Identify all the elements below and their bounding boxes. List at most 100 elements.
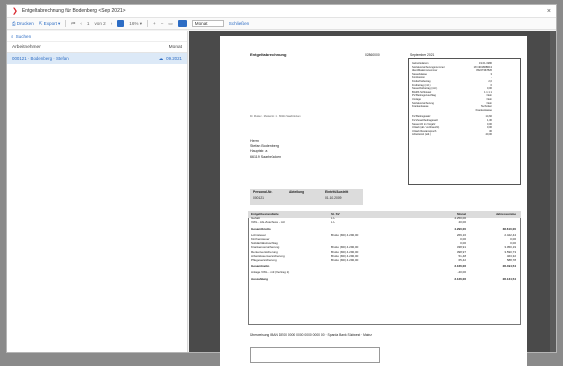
- prev-page-button[interactable]: ‹: [80, 21, 82, 26]
- table-cell: 28.134,54: [502, 276, 516, 281]
- personnel-value: [289, 196, 325, 200]
- export-button[interactable]: ⇱ Export ▾: [39, 21, 60, 27]
- info-value: Techniker: [480, 105, 492, 109]
- table-row: Gesamtnetto 3.166,06 28.494,54: [251, 264, 519, 268]
- table-cell: [466, 220, 516, 224]
- salary-lines: Entgeltbestandteile St. SV Monat Jahressumm…: [251, 212, 519, 281]
- doc-code: 02860000: [365, 53, 380, 57]
- close-icon[interactable]: ×: [547, 8, 551, 15]
- printer-icon: ⎙: [12, 21, 16, 26]
- info-value: 1,30: [486, 118, 492, 122]
- list-item[interactable]: 000121 · Bodenberg · Stefan ☁ 09.2021: [7, 53, 187, 64]
- info-label: Konfession: [412, 76, 425, 80]
- search-placeholder: Suchen: [15, 33, 32, 39]
- next-page-button[interactable]: ›: [111, 21, 113, 26]
- cloud-icon: ☁: [158, 55, 164, 61]
- search-icon: ⌕: [11, 33, 14, 39]
- transfer-line: Überweisung IBAN DE00 0000 0000 0000 000…: [250, 333, 372, 337]
- vertical-scrollbar[interactable]: [550, 31, 556, 352]
- employee-sidebar: ⌕ Suchen Arbeitnehmer Monat 000121 · Bod…: [7, 31, 188, 352]
- personnel-col: Personal-Nr.: [253, 190, 273, 194]
- info-value: 0,00: [486, 126, 492, 130]
- page-number[interactable]: 1: [87, 21, 90, 26]
- table-row: VWL - AG-Zuschuss - mtl L L 40,00: [251, 220, 519, 224]
- personnel-header: Personal-Nr. Abteilung Eintritt/Austritt: [253, 190, 361, 194]
- zoom-out-icon[interactable]: −: [161, 21, 164, 26]
- info-label: Arbeitszeit (std.): [412, 133, 431, 137]
- table-cell: 3.126,06: [454, 276, 466, 281]
- table-row: Gesamtbrutto 4.290,00 38.610,00: [251, 227, 519, 231]
- personnel-value: 01.10.2009: [325, 196, 342, 200]
- app-window: ❯ Entgeltabrechnung für Bodenberg <Sep 2…: [6, 4, 557, 366]
- table-cell: 588,78: [506, 258, 516, 263]
- zoom-select[interactable]: 16% ▾: [129, 21, 142, 27]
- search-input[interactable]: ⌕ Suchen: [7, 31, 187, 42]
- info-value: Krankenkasse: [475, 108, 492, 112]
- two-page-view-button[interactable]: [177, 20, 187, 27]
- personnel-value: 000121: [253, 196, 265, 200]
- info-label: KV-Zusatzbeitragssatz: [412, 118, 438, 122]
- document-viewer[interactable]: Entgeltabrechnung 02860000 September 202…: [189, 31, 556, 366]
- info-label: Kinderfreibetrag: [412, 79, 431, 83]
- window-title: Entgeltabrechnung für Bodenberg <Sep 202…: [21, 8, 126, 14]
- divider: [147, 20, 149, 27]
- table-cell: 40,00: [458, 220, 466, 225]
- info-label: PV-Beitragszuschlag: [412, 94, 436, 98]
- payslip-page: Entgeltabrechnung 02860000 September 202…: [220, 36, 527, 366]
- info-value: 3: [490, 72, 492, 76]
- divider: [65, 20, 67, 27]
- table-cell: 38.610,00: [502, 226, 516, 231]
- info-pairs: Geburtsdatum 19.01.1980 Sozialversicherung…: [412, 62, 492, 136]
- info-label: Geburtsdatum: [412, 62, 429, 65]
- info-value: -: [491, 76, 492, 80]
- table-row: Auszahlung 3.126,06 28.134,54: [251, 277, 519, 281]
- doc-title: Entgeltabrechnung: [250, 52, 287, 57]
- table-row: Pflegeversicherung Brutto (Mtl) 4.290,00 6…: [251, 258, 519, 262]
- table-cell: 65,42: [458, 258, 466, 263]
- personnel-col: Abteilung: [289, 190, 305, 194]
- table-cell: 4.290,00: [454, 226, 466, 231]
- recipient-line: 66119 Saarbrücken: [250, 154, 282, 159]
- info-value: Nein: [486, 94, 492, 98]
- close-link[interactable]: Schließen: [229, 21, 249, 26]
- zoom-in-icon[interactable]: +: [153, 21, 156, 26]
- table-cell: [466, 270, 516, 274]
- view-select[interactable]: Monat: [191, 20, 224, 27]
- app-logo-icon: ❯: [12, 8, 18, 15]
- print-button[interactable]: ⎙ Drucken: [12, 21, 34, 26]
- page-count: von 2: [94, 21, 106, 26]
- table-cell: [331, 270, 426, 274]
- info-label: Urlaub (alt / verbraucht): [412, 126, 440, 130]
- info-label: Umlage: [412, 97, 421, 101]
- list-header: Arbeitnehmer Monat: [7, 42, 187, 53]
- table-cell: Auszahlung: [251, 276, 268, 281]
- single-page-icon[interactable]: ▭: [168, 21, 172, 27]
- first-page-button[interactable]: ⏮: [71, 21, 75, 26]
- table-cell: [331, 264, 426, 268]
- table-cell: [331, 227, 426, 231]
- doc-period: September 2021: [410, 53, 435, 57]
- table-cell: Gesamtnetto: [251, 264, 270, 269]
- table-cell: Pflegeversicherung: [251, 258, 277, 263]
- row-month: 09.2021: [166, 56, 182, 61]
- info-value: Nein: [486, 97, 492, 101]
- table-cell: -40,00: [457, 270, 466, 275]
- table-cell: L L: [331, 220, 336, 225]
- info-label: Identifikationsnummer: [412, 69, 438, 73]
- info-value: 19.01.1980: [479, 62, 492, 65]
- table-cell: Anlage VWL - mtl (Vertrag 1): [251, 270, 290, 275]
- info-value: 0,00: [486, 87, 492, 91]
- col-employee[interactable]: Arbeitnehmer: [12, 45, 41, 50]
- table-cell: Brutto (Mtl) 4.290,00: [331, 258, 359, 263]
- last-page-button[interactable]: [117, 20, 125, 27]
- table-cell: VWL - AG-Zuschuss - mtl: [251, 220, 285, 225]
- export-icon: ⇱: [38, 20, 43, 26]
- col-month[interactable]: Monat: [169, 45, 182, 50]
- table-cell: 28.494,54: [502, 264, 516, 269]
- table-cell: Gesamtbrutto: [251, 226, 271, 231]
- info-label: Steuerfreibetrag (mtl.): [412, 87, 438, 91]
- recipient-address: Herrn Stefan Bodenberg Hauptstr. a 66119 Sa…: [250, 139, 281, 160]
- info-label: Krankenkasse: [412, 105, 429, 109]
- info-value: 40,00: [485, 133, 493, 137]
- info-label: [412, 109, 470, 112]
